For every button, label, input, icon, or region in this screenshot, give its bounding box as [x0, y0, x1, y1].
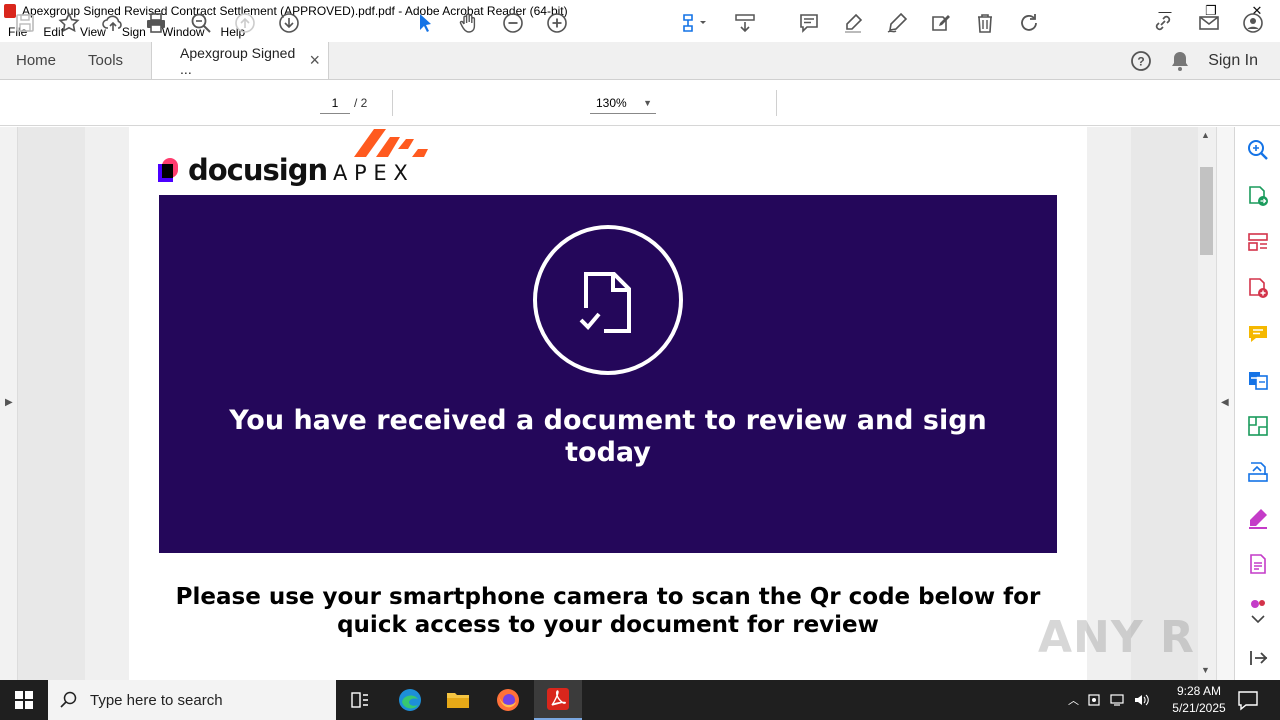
- more-tools-icon[interactable]: [1247, 597, 1269, 609]
- invitation-banner: You have received a document to review a…: [159, 195, 1057, 553]
- clock-date: 5/21/2025: [1172, 701, 1226, 715]
- tab-document-label: Apexgroup Signed ...: [180, 44, 296, 77]
- scroll-up-arrow[interactable]: ▲: [1201, 130, 1210, 140]
- zoom-out-icon[interactable]: [500, 10, 526, 36]
- taskbar-firefox[interactable]: [484, 680, 532, 720]
- scan-instructions: Please use your smartphone camera to sca…: [175, 584, 1041, 638]
- draw-signature-icon[interactable]: [884, 10, 910, 36]
- apex-logo-text: A P E X: [333, 161, 408, 185]
- firefox-icon: [497, 689, 519, 711]
- bell-icon[interactable]: [1170, 50, 1190, 72]
- volume-icon[interactable]: [1133, 693, 1149, 707]
- docusign-logo-mark: [158, 158, 178, 182]
- bookmark-star-icon[interactable]: [56, 10, 82, 36]
- hand-tool-icon[interactable]: [456, 10, 482, 36]
- taskbar-search-box[interactable]: Type here to search: [48, 680, 336, 720]
- device-icon[interactable]: [1087, 693, 1101, 707]
- protect-document-icon[interactable]: [1247, 553, 1269, 575]
- zoom-search-icon[interactable]: [188, 10, 214, 36]
- select-cursor-icon[interactable]: [412, 10, 438, 36]
- vertical-scrollbar[interactable]: ▲ ▼: [1198, 127, 1216, 680]
- previous-page-icon[interactable]: [232, 10, 258, 36]
- page-total: / 2: [354, 96, 368, 110]
- taskbar-acrobat[interactable]: [534, 680, 582, 720]
- notification-center-icon[interactable]: [1236, 688, 1260, 712]
- tools-pane: [1234, 127, 1280, 680]
- windows-logo-icon: [15, 691, 33, 709]
- collapse-pane-icon[interactable]: [1247, 647, 1269, 669]
- scrollbar-thumb[interactable]: [1200, 167, 1213, 255]
- system-tray: ︿: [1068, 680, 1149, 720]
- page-fit-icon[interactable]: [678, 10, 714, 36]
- banner-title: You have received a document to review a…: [229, 405, 987, 468]
- comment-icon[interactable]: [796, 10, 822, 36]
- acrobat-icon: [547, 688, 569, 710]
- scroll-mode-icon[interactable]: [732, 10, 758, 36]
- export-pdf-icon[interactable]: [1247, 185, 1269, 207]
- document-check-icon: [533, 225, 683, 375]
- add-user-icon[interactable]: [1240, 10, 1266, 36]
- comment-panel-icon[interactable]: [1247, 323, 1269, 345]
- share-link-icon[interactable]: [1150, 10, 1176, 36]
- docusign-logo-text: docusign: [188, 153, 328, 187]
- show-hidden-icons-chevron-icon[interactable]: ︿: [1068, 692, 1079, 708]
- collapse-left-icon: ◀: [1221, 397, 1229, 408]
- tab-home[interactable]: Home: [0, 42, 72, 79]
- taskbar-search-placeholder: Type here to search: [90, 691, 223, 709]
- zoom-level-select[interactable]: 130% ▼: [590, 92, 656, 114]
- zoom-level-value: 130%: [596, 96, 627, 110]
- scroll-down-arrow[interactable]: ▼: [1201, 665, 1210, 675]
- clock-time: 9:28 AM: [1176, 684, 1222, 698]
- organize-pages-icon[interactable]: [1247, 231, 1269, 253]
- help-icon[interactable]: ?: [1130, 50, 1152, 72]
- taskbar-file-explorer[interactable]: [434, 680, 482, 720]
- taskbar-edge[interactable]: [386, 680, 434, 720]
- save-icon[interactable]: [12, 10, 38, 36]
- toolbar-divider: [776, 90, 777, 116]
- fill-sign-icon[interactable]: [1247, 507, 1269, 529]
- chevron-down-icon[interactable]: [1247, 613, 1269, 627]
- page-number-input[interactable]: 1: [320, 92, 350, 114]
- print-icon[interactable]: [143, 10, 169, 36]
- start-button[interactable]: [0, 680, 48, 720]
- apex-logo-mark: [354, 129, 428, 157]
- network-icon[interactable]: [1109, 693, 1125, 707]
- task-view-icon: [351, 692, 368, 708]
- folder-icon: [447, 693, 469, 708]
- tab-close-button[interactable]: ×: [310, 50, 321, 71]
- rotate-icon[interactable]: [1016, 10, 1042, 36]
- left-panel-toggle[interactable]: ▶: [0, 127, 18, 680]
- upload-cloud-icon[interactable]: [100, 10, 126, 36]
- taskbar-clock[interactable]: 9:28 AM 5/21/2025: [1166, 683, 1232, 717]
- search-zoom-icon[interactable]: [1247, 139, 1269, 161]
- windows-taskbar: Type here to search ︿ 9:28 AM 5/21/2025: [0, 680, 1280, 720]
- scan-ocr-icon[interactable]: [1247, 461, 1269, 483]
- sign-in-link[interactable]: Sign In: [1208, 52, 1258, 70]
- next-page-icon[interactable]: [276, 10, 302, 36]
- logo-row: docusign A P E X: [158, 127, 458, 193]
- trash-icon[interactable]: [972, 10, 998, 36]
- expand-right-icon: ▶: [5, 397, 13, 408]
- search-icon: [60, 691, 77, 708]
- zoom-in-icon[interactable]: [544, 10, 570, 36]
- combine-files-icon[interactable]: [1247, 369, 1269, 391]
- svg-text:?: ?: [1138, 54, 1145, 68]
- task-view-button[interactable]: [336, 680, 384, 720]
- edge-browser-icon: [399, 689, 421, 711]
- tab-tools[interactable]: Tools: [72, 42, 139, 79]
- email-icon[interactable]: [1196, 10, 1222, 36]
- highlight-pen-icon[interactable]: [840, 10, 866, 36]
- right-panel-collapse[interactable]: ◀: [1216, 127, 1234, 680]
- tab-bar: Home Tools Apexgroup Signed ... × ? Sign…: [0, 42, 1280, 80]
- create-pdf-icon[interactable]: [1247, 277, 1269, 299]
- chevron-down-icon: ▼: [643, 98, 652, 108]
- edit-pdf-icon[interactable]: [1247, 415, 1269, 437]
- toolbar-divider: [392, 90, 393, 116]
- tab-document[interactable]: Apexgroup Signed ... ×: [151, 42, 330, 79]
- edit-form-icon[interactable]: [928, 10, 954, 36]
